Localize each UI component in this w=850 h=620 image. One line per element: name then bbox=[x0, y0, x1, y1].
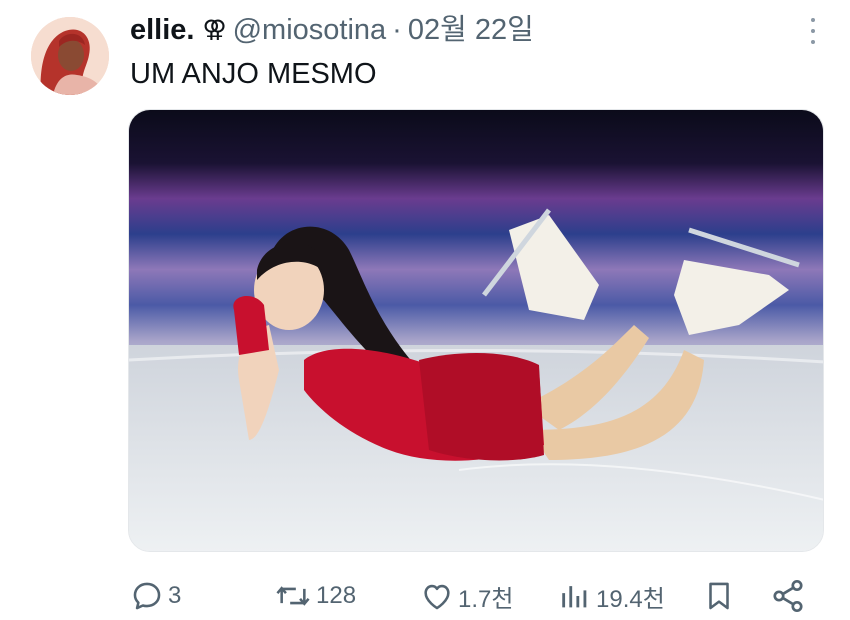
skater-photo bbox=[129, 110, 823, 551]
heart-icon bbox=[424, 584, 450, 610]
action-bar: 3 128 1.7천 19.4천 bbox=[130, 572, 820, 620]
tweet-photo[interactable] bbox=[128, 109, 824, 552]
tweet-header: ellie. ⚢ @miosotina · 02월 22일 bbox=[130, 10, 534, 50]
avatar[interactable] bbox=[31, 17, 109, 95]
bookmark-icon bbox=[709, 582, 729, 610]
gender-symbol: ⚢ bbox=[202, 16, 227, 43]
share-button[interactable] bbox=[770, 572, 806, 620]
avatar-illustration bbox=[31, 17, 109, 95]
display-name[interactable]: ellie. bbox=[130, 10, 195, 50]
retweet-count: 128 bbox=[316, 582, 357, 609]
retweet-icon bbox=[276, 586, 310, 606]
reply-count: 3 bbox=[168, 582, 182, 609]
retweet-button[interactable]: 128 bbox=[274, 572, 356, 620]
reply-button[interactable]: 3 bbox=[130, 572, 181, 620]
like-count: 1.7천 bbox=[458, 585, 514, 613]
views-count: 19.4천 bbox=[596, 585, 665, 613]
handle[interactable]: @miosotina bbox=[233, 10, 387, 50]
reply-icon bbox=[133, 582, 161, 610]
share-icon bbox=[773, 579, 803, 613]
bookmark-button[interactable] bbox=[702, 572, 736, 620]
tweet-text: UM ANJO MESMO bbox=[130, 58, 377, 90]
views-icon bbox=[562, 586, 587, 608]
views-button[interactable]: 19.4천 bbox=[558, 572, 665, 620]
more-vertical-icon[interactable] bbox=[806, 18, 820, 44]
like-button[interactable]: 1.7천 bbox=[420, 572, 513, 620]
timestamp[interactable]: 02월 22일 bbox=[408, 10, 534, 50]
separator: · bbox=[392, 14, 402, 46]
